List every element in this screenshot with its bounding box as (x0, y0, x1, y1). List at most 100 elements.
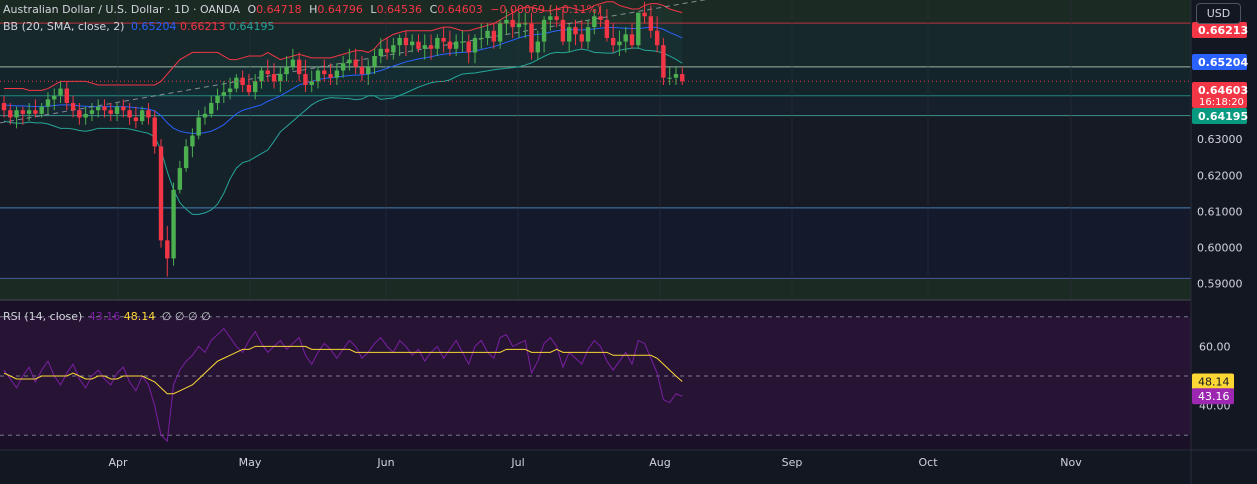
candle-body[interactable] (127, 110, 132, 118)
candle-body[interactable] (497, 23, 503, 42)
candle-body[interactable] (96, 106, 101, 111)
candle-body[interactable] (133, 117, 139, 122)
candle-body[interactable] (303, 74, 308, 85)
candle-body[interactable] (64, 88, 69, 104)
candle-body[interactable] (435, 37, 440, 49)
candle-body[interactable] (661, 45, 666, 78)
candle-body[interactable] (466, 41, 471, 53)
candle-body[interactable] (680, 74, 685, 82)
candle-body[interactable] (33, 110, 38, 114)
candle-body[interactable] (567, 27, 572, 42)
candle-body[interactable] (617, 41, 622, 46)
candle-body[interactable] (8, 110, 13, 118)
candle-body[interactable] (523, 23, 528, 25)
candle-body[interactable] (58, 88, 63, 96)
candle-body[interactable] (648, 16, 654, 31)
candle-body[interactable] (108, 110, 113, 114)
candle-body[interactable] (259, 70, 264, 82)
candle-body[interactable] (453, 41, 459, 49)
candle-body[interactable] (322, 70, 327, 75)
candle-body[interactable] (460, 41, 465, 43)
candle-body[interactable] (209, 103, 214, 114)
candle-body[interactable] (265, 70, 270, 75)
candle-body[interactable] (428, 45, 434, 49)
candle-body[interactable] (410, 41, 415, 46)
candle-body[interactable] (45, 99, 51, 107)
bb-label[interactable]: BB (20, SMA, close, 2) (3, 20, 124, 33)
candle-body[interactable] (479, 37, 484, 39)
candle-body[interactable] (89, 110, 95, 114)
candle-body[interactable] (391, 45, 396, 53)
candle-body[interactable] (77, 110, 82, 118)
candle-body[interactable] (234, 77, 239, 89)
candle-body[interactable] (504, 19, 509, 24)
candle-body[interactable] (334, 70, 340, 78)
candle-body[interactable] (441, 37, 446, 42)
candle-body[interactable] (560, 19, 566, 42)
candle-body[interactable] (378, 48, 383, 57)
candle-body[interactable] (253, 81, 258, 93)
candle-body[interactable] (585, 27, 591, 42)
candle-body[interactable] (14, 110, 19, 118)
candle-body[interactable] (158, 146, 164, 241)
candle-body[interactable] (83, 113, 88, 118)
candle-body[interactable] (152, 117, 157, 147)
candle-body[interactable] (636, 12, 641, 46)
candle-body[interactable] (573, 27, 578, 35)
rsi-legend[interactable]: RSI (14, close) 43.16 48.14 ∅ ∅ ∅ ∅ (3, 310, 211, 324)
currency-button[interactable]: USD (1196, 3, 1241, 24)
candle-body[interactable] (629, 34, 635, 46)
rsi-axis[interactable]: 40.0060.0048.1443.16 (1192, 340, 1234, 413)
candle-body[interactable] (416, 41, 421, 49)
rsi-label[interactable]: RSI (14, close) (3, 310, 82, 323)
candle-body[interactable] (202, 113, 208, 118)
candle-body[interactable] (171, 189, 176, 259)
candle-body[interactable] (579, 34, 584, 42)
candle-body[interactable] (296, 59, 302, 75)
candle-body[interactable] (604, 19, 610, 38)
candle-body[interactable] (221, 92, 226, 96)
bb-legend[interactable]: BB (20, SMA, close, 2) 0.65204 0.66213 0… (3, 20, 274, 34)
candle-body[interactable] (366, 66, 371, 75)
candle-body[interactable] (384, 48, 390, 53)
candle-body[interactable] (535, 41, 540, 53)
symbol-legend[interactable]: Australian Dollar / U.S. Dollar · 1D · O… (3, 3, 601, 17)
candle-body[interactable] (353, 59, 358, 67)
candle-body[interactable] (447, 41, 453, 49)
candle-body[interactable] (70, 103, 76, 111)
candle-body[interactable] (328, 74, 333, 78)
candle-body[interactable] (516, 23, 522, 28)
candle-body[interactable] (183, 146, 189, 169)
candle-body[interactable] (347, 59, 352, 64)
candle-body[interactable] (315, 70, 321, 82)
candle-body[interactable] (246, 84, 252, 93)
candle-body[interactable] (146, 110, 151, 118)
candle-body[interactable] (673, 74, 679, 78)
candle-body[interactable] (359, 66, 365, 75)
candle-body[interactable] (623, 34, 628, 42)
candle-body[interactable] (196, 117, 201, 136)
candle-body[interactable] (472, 37, 478, 53)
candle-body[interactable] (403, 37, 409, 46)
candle-body[interactable] (1, 103, 7, 111)
candle-body[interactable] (165, 240, 170, 259)
candle-body[interactable] (215, 95, 220, 104)
candle-body[interactable] (114, 106, 120, 114)
candle-body[interactable] (26, 110, 32, 114)
candle-body[interactable] (592, 16, 597, 28)
candle-body[interactable] (39, 106, 44, 114)
candle-body[interactable] (485, 30, 490, 38)
candle-body[interactable] (529, 23, 534, 53)
candle-body[interactable] (52, 95, 57, 100)
candle-body[interactable] (20, 110, 26, 114)
candle-body[interactable] (397, 37, 402, 46)
candle-body[interactable] (667, 77, 672, 79)
candle-body[interactable] (309, 81, 314, 85)
candle-body[interactable] (422, 45, 427, 49)
symbol-title[interactable]: Australian Dollar / U.S. Dollar · 1D · O… (3, 3, 240, 16)
candle-body[interactable] (139, 110, 145, 122)
candle-body[interactable] (340, 63, 346, 71)
candle-body[interactable] (177, 168, 183, 190)
candle-body[interactable] (654, 30, 660, 46)
candle-body[interactable] (190, 135, 195, 147)
